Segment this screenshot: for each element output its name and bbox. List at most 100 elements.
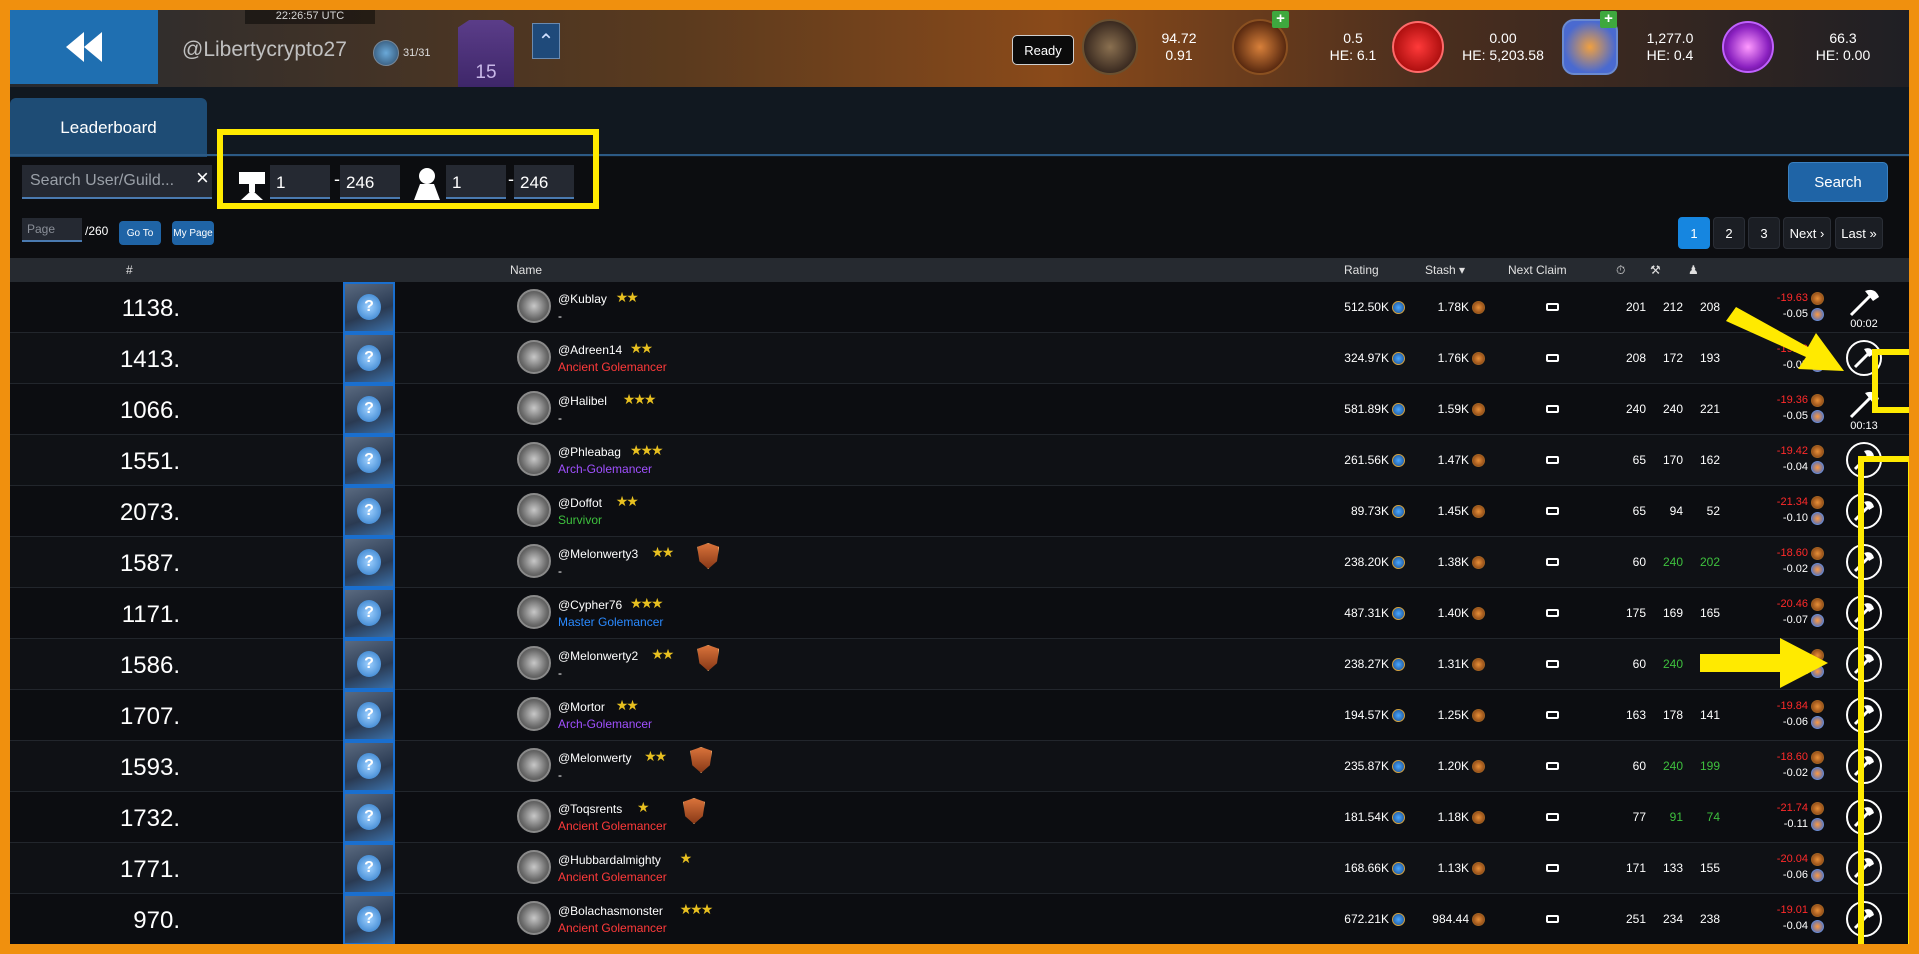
tab-leaderboard[interactable]: Leaderboard <box>10 98 207 157</box>
header-hero-icon[interactable]: ♟ <box>1688 263 1699 277</box>
hero-card-thumbnail[interactable]: ? <box>343 741 395 792</box>
row-username[interactable]: @Melonwerty3 <box>558 547 638 561</box>
row-guild[interactable]: - <box>558 309 562 323</box>
hero-card-thumbnail[interactable]: ? <box>343 894 395 944</box>
hero-card-thumbnail[interactable]: ? <box>343 282 395 333</box>
header-clock-icon[interactable]: ⏱ <box>1616 263 1625 278</box>
row-guild[interactable]: Arch-Golemancer <box>558 717 652 731</box>
table-row[interactable]: 1732.? @Toqsrents Ancient Golemancer ★ 181.5… <box>10 792 1909 843</box>
table-row[interactable]: 1771.? @Hubbardalmighty Ancient Golemancer… <box>10 843 1909 894</box>
go-to-button[interactable]: Go To <box>119 221 161 245</box>
row-guild[interactable]: Ancient Golemancer <box>558 921 667 935</box>
hero-card-thumbnail[interactable]: ? <box>343 435 395 486</box>
back-button[interactable] <box>10 10 158 84</box>
row-guild[interactable]: Survivor <box>558 513 602 527</box>
row-guild[interactable]: Ancient Golemancer <box>558 870 667 884</box>
resource-dec-line1: 94.72 <box>1161 30 1197 46</box>
table-row[interactable]: 1171.? @Cypher76 Master Golemancer ★★★ 487.3… <box>10 588 1909 639</box>
ready-button[interactable]: Ready <box>1012 35 1074 65</box>
range1-min[interactable]: 1 <box>270 165 330 199</box>
hero-card-thumbnail[interactable]: ? <box>343 792 395 843</box>
next-page-button[interactable]: Next › <box>1783 217 1831 249</box>
header-next-claim[interactable]: Next Claim <box>1508 263 1567 277</box>
row-guild[interactable]: Ancient Golemancer <box>558 819 667 833</box>
page-1-button[interactable]: 1 <box>1678 217 1710 249</box>
table-row[interactable]: 1066.? @Halibel - ★★★ 581.89K 1.59K 240 240 221 -… <box>10 384 1909 435</box>
row-guild[interactable]: - <box>558 666 562 680</box>
header-name[interactable]: Name <box>510 263 542 277</box>
header-stash[interactable]: Stash ▾ <box>1425 263 1465 277</box>
resource-dec[interactable]: 94.72 0.91 <box>1082 16 1214 78</box>
table-row[interactable]: 1707.? @Mortor Arch-Golemancer ★★ 194.57K 1.2… <box>10 690 1909 741</box>
stash-coin-icon <box>1472 760 1485 774</box>
row-username[interactable]: @Bolachasmonster <box>558 904 663 918</box>
resource-orb[interactable]: 66.3 HE: 0.00 <box>1722 16 1888 78</box>
loss-coin-icon <box>1811 495 1824 509</box>
row-username[interactable]: @Cypher76 <box>558 598 622 612</box>
row-rank: 1586. <box>119 652 180 679</box>
table-row[interactable]: 2073.? @Doffot Survivor ★★ 89.73K 1.45K 65 94 52… <box>10 486 1909 537</box>
row-stat-2: 240 <box>1662 402 1683 416</box>
row-username[interactable]: @Mortor <box>558 700 605 714</box>
hero-card-thumbnail[interactable]: ? <box>343 537 395 588</box>
page-2-button[interactable]: 2 <box>1713 217 1745 249</box>
row-guild[interactable]: Master Golemancer <box>558 615 663 629</box>
table-row[interactable]: 1587.? @Melonwerty3 - ★★ 238.20K 1.38K 60 240 20… <box>10 537 1909 588</box>
row-username[interactable]: @Melonwerty <box>558 751 632 765</box>
my-page-button[interactable]: My Page <box>172 221 214 245</box>
row-guild[interactable]: Arch-Golemancer <box>558 462 652 476</box>
table-row[interactable]: 1593.? @Melonwerty - ★★ 235.87K 1.20K 60 240 199… <box>10 741 1909 792</box>
row-guild[interactable]: - <box>558 411 562 425</box>
row-guild[interactable]: - <box>558 768 562 782</box>
player-emblem-icon <box>517 289 551 323</box>
row-username[interactable]: @Adreen14 <box>558 343 622 357</box>
clear-search-icon[interactable]: × <box>196 165 209 191</box>
table-row[interactable]: 1413.? @Adreen14 Ancient Golemancer ★★ 324.9… <box>10 333 1909 384</box>
row-username[interactable]: @Halibel <box>558 394 607 408</box>
row-username[interactable]: @Hubbardalmighty <box>558 853 661 867</box>
row-stat-1: 251 <box>1625 912 1646 926</box>
row-username[interactable]: @Melonwerty2 <box>558 649 638 663</box>
row-attack-cost: -19.42 -0.04 <box>1740 443 1824 475</box>
page-number-input[interactable] <box>22 218 82 242</box>
hero-card-thumbnail[interactable]: ? <box>343 333 395 384</box>
search-button[interactable]: Search <box>1788 162 1888 202</box>
hero-card-thumbnail[interactable]: ? <box>343 690 395 741</box>
resource-hive[interactable]: 0.00 HE: 5,203.58 <box>1392 16 1548 78</box>
rewind-icon <box>66 32 102 62</box>
table-row[interactable]: 1551.? @Phleabag Arch-Golemancer ★★★ 261.56K… <box>10 435 1909 486</box>
row-guild[interactable]: - <box>558 564 562 578</box>
hero-card-thumbnail[interactable]: ? <box>343 843 395 894</box>
hero-card-thumbnail[interactable]: ? <box>343 384 395 435</box>
row-username[interactable]: @Doffot <box>558 496 602 510</box>
rank-up-button[interactable]: ⌃ <box>532 23 560 59</box>
row-rank: 1066. <box>119 397 180 424</box>
row-guild[interactable]: Ancient Golemancer <box>558 360 667 374</box>
add-crystal-button[interactable]: + <box>1600 11 1617 28</box>
table-row[interactable]: 1586.?@Melonwerty2-★★238.27K1.31K6024020… <box>10 639 1909 690</box>
table-row[interactable]: 970.? @Bolachasmonster Ancient Golemancer ★… <box>10 894 1909 944</box>
header-turret-icon[interactable]: ⚒ <box>1650 263 1661 277</box>
range2-max[interactable]: 246 <box>514 165 574 199</box>
hero-card-thumbnail[interactable]: ? <box>343 486 395 537</box>
resource-crystal[interactable]: 1,277.0 HE: 0.4 <box>1562 16 1710 78</box>
attack-button[interactable] <box>1844 282 1884 322</box>
attack-cooldown-timer: 00:02 <box>1850 318 1878 330</box>
row-username[interactable]: @Toqsrents <box>558 802 622 816</box>
question-mark-icon: ? <box>357 855 381 881</box>
add-helmet-button[interactable]: + <box>1272 11 1289 28</box>
rating-coin-icon <box>1392 607 1405 621</box>
row-rank: 1587. <box>119 550 180 577</box>
hero-card-thumbnail[interactable]: ? <box>343 639 395 690</box>
resource-helmet[interactable]: 0.5 HE: 6.1 <box>1232 16 1398 78</box>
range2-min[interactable]: 1 <box>446 165 506 199</box>
hero-card-thumbnail[interactable]: ? <box>343 588 395 639</box>
search-user-guild-input[interactable] <box>22 165 212 199</box>
page-3-button[interactable]: 3 <box>1748 217 1780 249</box>
last-page-button[interactable]: Last » <box>1835 217 1883 249</box>
table-row[interactable]: 1138.? @Kublay - ★★ 512.50K 1.78K 201 212 208 -19… <box>10 282 1909 333</box>
row-username[interactable]: @Phleabag <box>558 445 621 459</box>
row-username[interactable]: @Kublay <box>558 292 607 306</box>
range1-max[interactable]: 246 <box>340 165 400 199</box>
header-rating[interactable]: Rating <box>1344 263 1379 277</box>
